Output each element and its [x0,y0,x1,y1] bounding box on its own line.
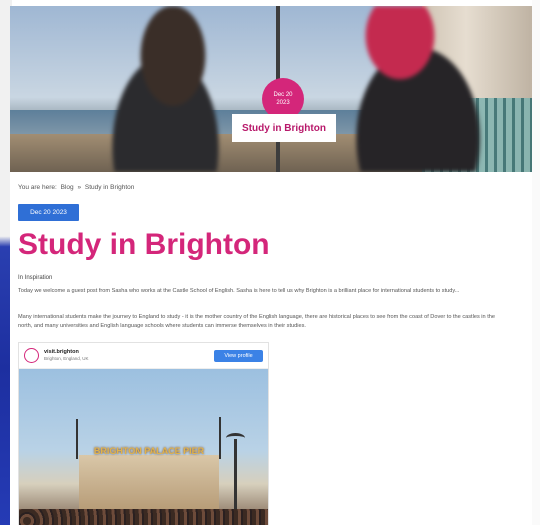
flag-pole-right [219,417,221,459]
hero-title: Study in Brighton [232,114,336,142]
embed-header: visit.brighton Brighton, England, UK Vie… [19,343,268,369]
breadcrumb-link-blog[interactable]: Blog [61,184,74,191]
breadcrumb-prefix: You are here: [18,184,57,191]
embed-location: Brighton, England, UK [44,356,89,361]
post-category[interactable]: In Inspiration [18,275,52,281]
hero-image: Dec 20 2023 Study in Brighton [10,6,532,172]
post-paragraph-1: Today we welcome a guest post from Sasha… [18,288,460,294]
background-strip-right [532,0,540,525]
hero-person-right [328,6,508,172]
account-avatar[interactable] [24,348,39,363]
post-paragraph-2: Many international students make the jou… [18,314,495,329]
crowd [19,509,268,525]
breadcrumb-current: Study in Brighton [84,184,135,191]
view-profile-button[interactable]: View profile [214,350,263,362]
blog-page: Dec 20 2023 Study in Brighton You are he… [10,6,532,525]
instagram-embed: visit.brighton Brighton, England, UK Vie… [18,342,269,525]
post-date-badge: Dec 20 2023 [18,204,79,221]
hero-person-left [98,6,248,172]
embed-account-name[interactable]: visit.brighton [44,349,79,355]
post-title: Study in Brighton [18,228,270,261]
pier-sign: BRIGHTON PALACE PIER [93,446,205,456]
embed-photo[interactable]: BRIGHTON PALACE PIER [19,369,268,525]
hero-date-year: 2023 [276,100,290,106]
flag-pole-left [76,419,78,459]
hero-date-day: Dec 20 [273,92,293,98]
breadcrumb-separator: » [77,184,82,191]
breadcrumb: You are here: Blog » Study in Brighton [18,184,136,191]
